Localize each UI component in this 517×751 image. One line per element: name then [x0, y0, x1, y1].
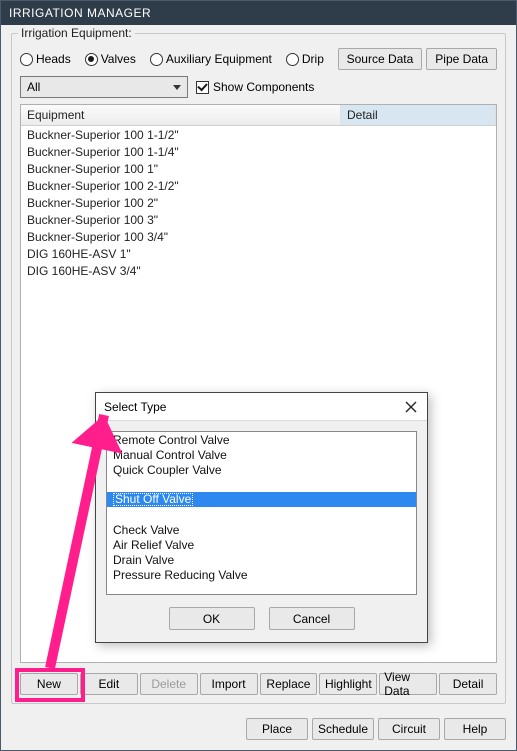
- radio-dot-icon: [85, 53, 98, 66]
- close-button[interactable]: [403, 399, 419, 415]
- checkbox-icon: [196, 81, 209, 94]
- radio-dot-icon: [286, 53, 299, 66]
- replace-button[interactable]: Replace: [260, 673, 318, 695]
- pipe-data-button[interactable]: Pipe Data: [426, 48, 497, 70]
- equipment-radios: Heads Valves Auxiliary Equipment Drip: [20, 52, 324, 66]
- radio-drip[interactable]: Drip: [286, 52, 324, 66]
- table-row[interactable]: Buckner-Superior 100 1": [21, 160, 496, 177]
- table-row[interactable]: Buckner-Superior 100 3": [21, 211, 496, 228]
- top-buttons: Source Data Pipe Data: [338, 48, 497, 70]
- cancel-button[interactable]: Cancel: [269, 607, 355, 630]
- select-type-dialog: Select Type Remote Control ValveManual C…: [95, 392, 428, 643]
- delete-button[interactable]: Delete: [140, 673, 198, 695]
- import-button[interactable]: Import: [200, 673, 258, 695]
- radio-dot-icon: [20, 53, 33, 66]
- radio-valves[interactable]: Valves: [85, 52, 136, 66]
- list-item[interactable]: Check Valve: [107, 522, 416, 537]
- highlight-button[interactable]: Highlight: [319, 673, 377, 695]
- footer-bar: Place Schedule Circuit Help: [1, 712, 516, 750]
- list-item[interactable]: Air Relief Valve: [107, 537, 416, 552]
- schedule-button[interactable]: Schedule: [312, 718, 374, 740]
- radio-row: Heads Valves Auxiliary Equipment Drip So…: [20, 48, 497, 70]
- view-data-button[interactable]: View Data: [379, 673, 437, 695]
- help-button[interactable]: Help: [444, 718, 506, 740]
- list-item[interactable]: Manual Control Valve: [107, 447, 416, 462]
- titlebar: IRRIGATION MANAGER: [1, 1, 516, 25]
- ok-button[interactable]: OK: [169, 607, 255, 630]
- show-components-checkbox[interactable]: Show Components: [196, 80, 314, 94]
- dialog-buttons: OK Cancel: [106, 603, 417, 632]
- type-listbox[interactable]: Remote Control ValveManual Control Valve…: [106, 431, 417, 595]
- list-item[interactable]: Remote Control Valve: [107, 432, 416, 447]
- window-title: IRRIGATION MANAGER: [9, 6, 151, 20]
- dialog-header: Select Type: [96, 393, 427, 421]
- groupbox-label: Irrigation Equipment:: [18, 26, 135, 40]
- filter-row: All Show Components: [20, 76, 497, 98]
- filter-value: All: [27, 80, 40, 94]
- table-row[interactable]: Buckner-Superior 100 2": [21, 194, 496, 211]
- list-item[interactable]: [107, 477, 416, 492]
- new-button[interactable]: New: [20, 673, 78, 695]
- table-row[interactable]: Buckner-Superior 100 2-1/2": [21, 177, 496, 194]
- list-item[interactable]: Quick Coupler Valve: [107, 462, 416, 477]
- col-equipment[interactable]: Equipment: [21, 105, 341, 125]
- list-item[interactable]: [107, 507, 416, 522]
- table-row[interactable]: Buckner-Superior 100 3/4": [21, 228, 496, 245]
- dialog-title: Select Type: [104, 400, 166, 414]
- table-row[interactable]: Buckner-Superior 100 1-1/4": [21, 143, 496, 160]
- radio-dot-icon: [150, 53, 163, 66]
- col-detail[interactable]: Detail: [341, 105, 496, 125]
- action-button-bar: New Edit Delete Import Replace Highlight…: [20, 673, 497, 695]
- source-data-button[interactable]: Source Data: [338, 48, 423, 70]
- filter-select[interactable]: All: [20, 76, 188, 98]
- dialog-body: Remote Control ValveManual Control Valve…: [96, 421, 427, 642]
- table-header: Equipment Detail: [21, 105, 496, 126]
- detail-button[interactable]: Detail: [439, 673, 497, 695]
- circuit-button[interactable]: Circuit: [378, 718, 440, 740]
- list-item[interactable]: Pressure Reducing Valve: [107, 567, 416, 582]
- list-item[interactable]: Drain Valve: [107, 552, 416, 567]
- place-button[interactable]: Place: [246, 718, 308, 740]
- edit-button[interactable]: Edit: [80, 673, 138, 695]
- radio-heads[interactable]: Heads: [20, 52, 71, 66]
- table-row[interactable]: DIG 160HE-ASV 3/4": [21, 262, 496, 279]
- list-item[interactable]: Shut Off Valve: [107, 492, 416, 507]
- close-icon: [405, 401, 417, 413]
- table-row[interactable]: DIG 160HE-ASV 1": [21, 245, 496, 262]
- main-window: IRRIGATION MANAGER Irrigation Equipment:…: [0, 0, 517, 751]
- table-row[interactable]: Buckner-Superior 100 1-1/2": [21, 126, 496, 143]
- radio-auxiliary[interactable]: Auxiliary Equipment: [150, 52, 272, 66]
